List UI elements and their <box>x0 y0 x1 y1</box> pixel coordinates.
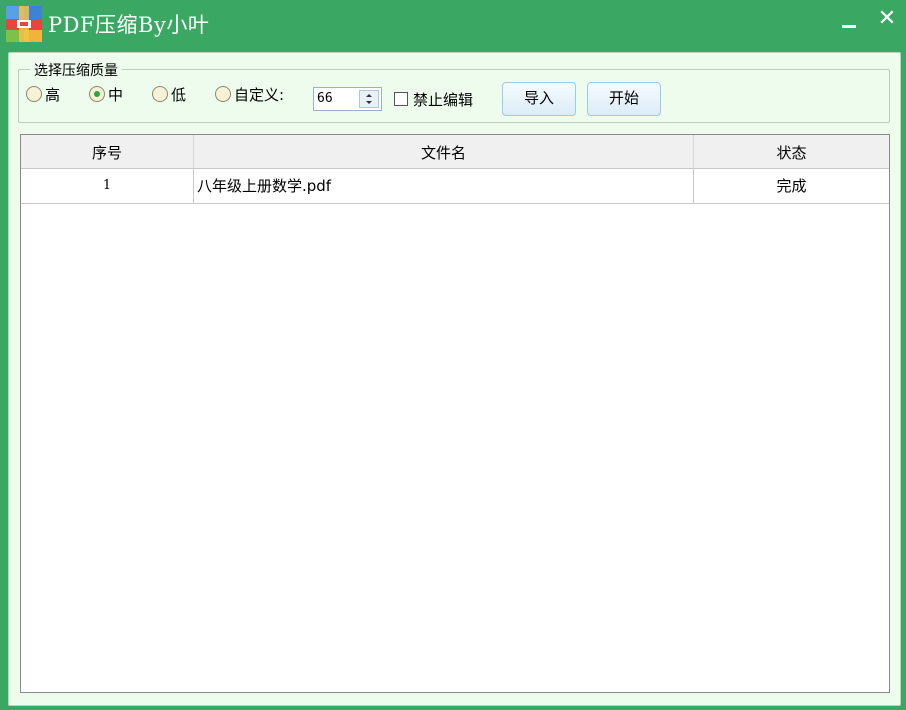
radio-high-label: 高 <box>45 85 61 104</box>
radio-medium[interactable]: 中 <box>89 83 123 105</box>
radio-low-label: 低 <box>171 85 187 104</box>
minimize-icon <box>842 25 856 28</box>
radio-custom-label: 自定义: <box>234 85 285 104</box>
row-index: 1 <box>21 169 194 203</box>
close-icon: ✕ <box>877 6 897 31</box>
radio-high[interactable]: 高 <box>26 83 60 105</box>
minimize-button[interactable] <box>836 8 862 36</box>
radio-medium-circle <box>89 86 105 102</box>
quality-group-label: 选择压缩质量 <box>30 60 122 80</box>
disable-edit-checkbox[interactable]: 禁止编辑 <box>394 90 474 109</box>
client-area: 选择压缩质量 高 中 低 自定义: 66 禁止编辑 导入 开始 序号 文件名 状… <box>8 52 901 706</box>
custom-quality-spinbox[interactable]: 66 <box>313 87 382 111</box>
app-icon <box>6 6 42 42</box>
checkbox-box <box>394 92 408 106</box>
radio-low-circle <box>152 86 168 102</box>
column-header-status[interactable]: 状态 <box>694 135 889 168</box>
column-header-filename[interactable]: 文件名 <box>194 135 694 168</box>
column-header-index[interactable]: 序号 <box>21 135 194 168</box>
app-window: PDF压缩By小叶 ✕ 选择压缩质量 高 中 低 自定义: 66 禁止编辑 导入… <box>0 0 906 710</box>
table-row[interactable]: 1 八年级上册数学.pdf 完成 <box>21 169 889 204</box>
radio-low[interactable]: 低 <box>152 83 186 105</box>
spin-arrows[interactable] <box>359 90 379 108</box>
radio-medium-label: 中 <box>108 85 124 104</box>
custom-quality-value[interactable]: 66 <box>317 91 333 106</box>
spin-up-icon[interactable] <box>366 94 372 97</box>
close-button[interactable]: ✕ <box>875 6 899 34</box>
import-button[interactable]: 导入 <box>502 82 576 116</box>
row-filename: 八年级上册数学.pdf <box>194 169 694 203</box>
radio-custom-circle <box>215 86 231 102</box>
row-status: 完成 <box>776 177 807 195</box>
file-table: 序号 文件名 状态 1 八年级上册数学.pdf 完成 <box>20 134 890 693</box>
table-header: 序号 文件名 状态 <box>21 135 889 169</box>
title-bar: PDF压缩By小叶 ✕ <box>0 0 906 46</box>
radio-custom[interactable]: 自定义: <box>215 83 284 105</box>
spin-down-icon[interactable] <box>366 101 372 104</box>
disable-edit-label: 禁止编辑 <box>413 90 474 109</box>
window-title: PDF压缩By小叶 <box>48 13 210 37</box>
radio-high-circle <box>26 86 42 102</box>
start-button[interactable]: 开始 <box>587 82 661 116</box>
